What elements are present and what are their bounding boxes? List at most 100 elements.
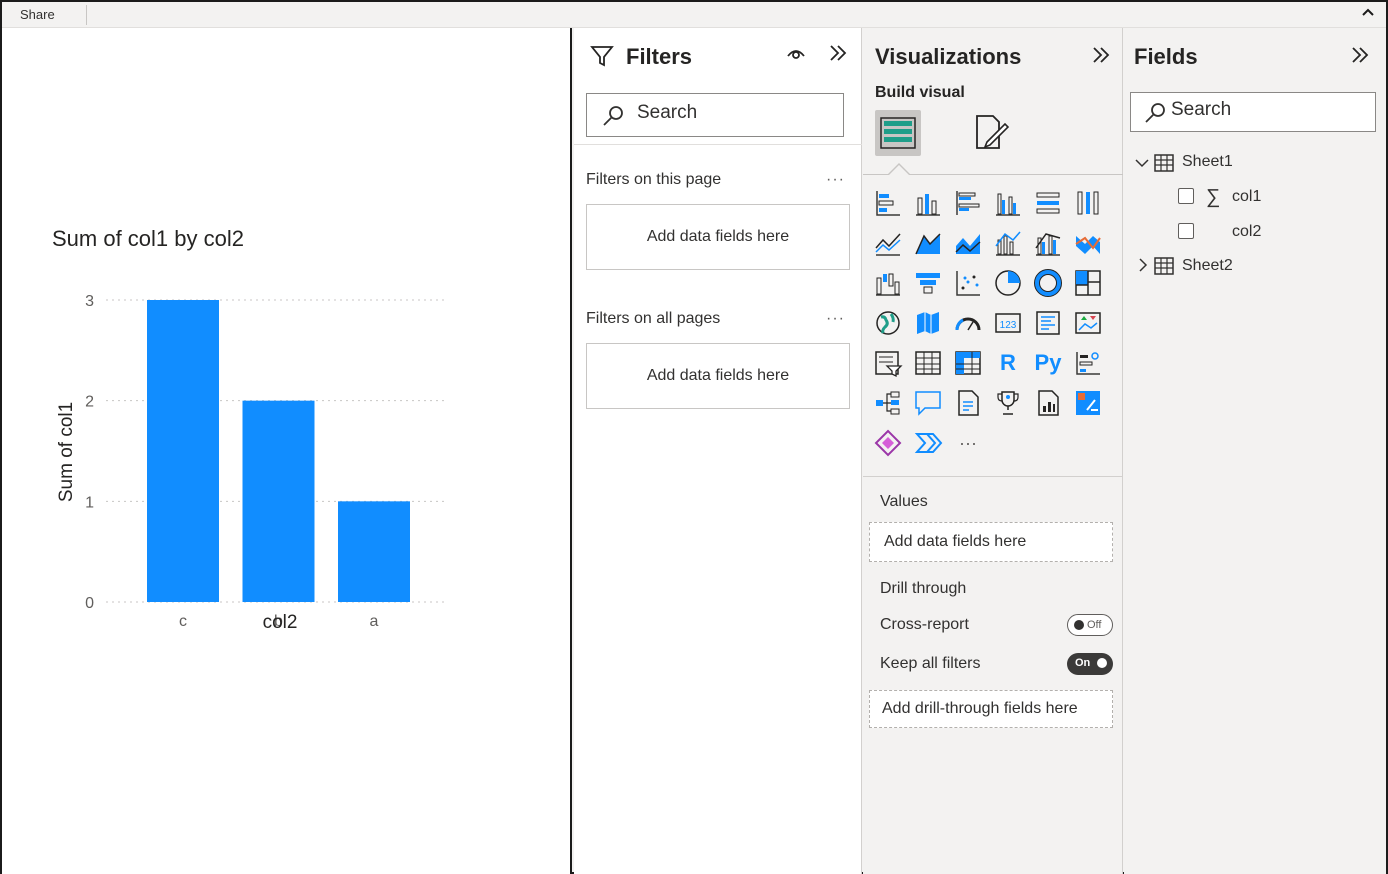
field-checkbox-col2[interactable] <box>1178 223 1194 239</box>
more-visuals-label: ··· <box>959 432 977 453</box>
clustered-column-chart-icon-glyph <box>996 193 1020 216</box>
card-icon[interactable]: 123 <box>991 306 1025 340</box>
bar-b[interactable] <box>242 400 315 602</box>
tab-indicator-inner <box>889 165 909 175</box>
line-chart-icon-glyph <box>875 233 901 256</box>
smart-narrative-icon[interactable] <box>951 386 985 420</box>
decomposition-tree-icon[interactable] <box>871 386 905 420</box>
bar-c[interactable] <box>147 300 219 602</box>
stacked-bar-chart-icon[interactable] <box>871 186 905 220</box>
treemap-icon[interactable] <box>1071 266 1105 300</box>
collapse-filters-icon[interactable] <box>828 43 848 63</box>
power-apps-icon[interactable] <box>871 426 905 460</box>
funnel-chart-icon[interactable] <box>911 266 945 300</box>
this-page-drop-well[interactable]: Add data fields here <box>586 204 850 270</box>
drill-through-drop-well[interactable]: Add drill-through fields here <box>869 690 1113 728</box>
area-chart-icon[interactable] <box>911 226 945 260</box>
table-sheet1[interactable]: Sheet1 <box>1182 153 1233 171</box>
search-icon <box>1145 103 1165 123</box>
table-sheet2[interactable]: Sheet2 <box>1182 257 1233 275</box>
fields-pane: Fields Sheet1 ∑ col1 col2 Sheet2 <box>1124 28 1386 874</box>
qa-visual-icon[interactable] <box>911 386 945 420</box>
waterfall-chart-icon[interactable] <box>871 266 905 300</box>
map-icon[interactable] <box>871 306 905 340</box>
table-visual-icon[interactable] <box>911 346 945 380</box>
filters-on-this-page-label: Filters on this page <box>586 171 722 188</box>
fields-search-box[interactable] <box>1130 92 1376 132</box>
r-script-visual-label: R <box>1000 350 1016 375</box>
share-tab[interactable]: Share <box>20 7 55 22</box>
stacked-area-chart-icon-glyph <box>955 234 981 254</box>
matrix-icon[interactable] <box>951 346 985 380</box>
card-icon-glyph: 123 <box>995 313 1021 333</box>
app-window: Share Sum of col1 by col2 0123 cba Sum o… <box>0 0 1388 874</box>
scatter-chart-icon[interactable] <box>951 266 985 300</box>
more-options-icon[interactable]: ··· <box>826 171 845 189</box>
chevron-up-icon[interactable] <box>1360 4 1376 20</box>
r-script-visual-icon[interactable]: R <box>991 346 1025 380</box>
funnel-chart-icon-glyph <box>916 273 940 294</box>
all-pages-drop-well[interactable]: Add data fields here <box>586 343 850 409</box>
toggle-state: Off <box>1087 619 1102 631</box>
bar-chart[interactable]: 0123 cba Sum of col1 col2 <box>2 254 472 644</box>
field-col2[interactable]: col2 <box>1232 223 1261 241</box>
line-and-clustered-column-icon[interactable] <box>1031 226 1065 260</box>
chevron-down-icon[interactable] <box>1134 156 1150 170</box>
power-automate-icon[interactable] <box>1071 386 1105 420</box>
pie-chart-icon[interactable] <box>991 266 1025 300</box>
filled-map-icon[interactable] <box>911 306 945 340</box>
build-visual-tab[interactable] <box>875 110 921 156</box>
more-visuals-icon[interactable]: ··· <box>951 426 985 460</box>
line-and-stacked-column-icon[interactable] <box>991 226 1025 260</box>
field-checkbox-col1[interactable] <box>1178 188 1194 204</box>
goals-icon-glyph <box>997 391 1019 415</box>
cross-report-toggle[interactable]: Off <box>1067 614 1113 636</box>
kpi-icon[interactable] <box>1071 306 1105 340</box>
report-canvas[interactable]: Sum of col1 by col2 0123 cba Sum of col1… <box>2 28 572 874</box>
fields-search-input[interactable] <box>1171 99 1351 121</box>
line-and-clustered-column-icon-glyph <box>1035 233 1061 256</box>
gauge-icon[interactable] <box>951 306 985 340</box>
line-chart-icon[interactable] <box>871 226 905 260</box>
clustered-bar-chart-icon[interactable] <box>951 186 985 220</box>
collapse-visualizations-icon[interactable] <box>1091 45 1111 65</box>
visualizations-title: Visualizations <box>875 44 1022 69</box>
toggle-knob <box>1097 658 1107 668</box>
values-drop-well[interactable]: Add data fields here <box>869 522 1113 562</box>
smart-narrative-icon-glyph <box>958 390 979 416</box>
format-visual-icon[interactable] <box>971 112 1011 152</box>
multi-row-card-icon[interactable] <box>1031 306 1065 340</box>
paginated-report-icon[interactable] <box>1031 386 1065 420</box>
stacked-column-chart-icon[interactable] <box>911 186 945 220</box>
keep-all-filters-toggle[interactable]: On <box>1067 653 1113 675</box>
x-tick-label: c <box>179 613 187 630</box>
drill-through-label: Drill through <box>880 580 967 597</box>
ribbon-chart-icon[interactable] <box>1071 226 1105 260</box>
y-tick-label: 2 <box>85 394 94 411</box>
100-stacked-column-icon[interactable] <box>1071 186 1105 220</box>
clustered-column-chart-icon[interactable] <box>991 186 1025 220</box>
filters-search-box[interactable] <box>586 93 844 137</box>
bar-a[interactable] <box>338 501 410 602</box>
python-visual-icon[interactable]: Py <box>1031 346 1065 380</box>
table-icon <box>1154 154 1174 172</box>
100-stacked-bar-icon[interactable] <box>1031 186 1065 220</box>
eye-icon[interactable] <box>786 45 806 61</box>
power-automate-flow-icon[interactable] <box>911 426 945 460</box>
more-options-icon[interactable]: ··· <box>826 310 845 328</box>
filled-map-icon-glyph <box>917 312 939 334</box>
filters-search-input[interactable] <box>637 102 817 124</box>
divider <box>574 144 862 145</box>
goals-icon[interactable] <box>991 386 1025 420</box>
collapse-fields-icon[interactable] <box>1350 45 1370 65</box>
key-influencers-icon[interactable] <box>1071 346 1105 380</box>
donut-chart-icon[interactable] <box>1031 266 1065 300</box>
filter-icon <box>590 46 614 67</box>
slicer-icon[interactable] <box>871 346 905 380</box>
field-col1[interactable]: col1 <box>1232 188 1261 206</box>
table-icon <box>1154 257 1174 275</box>
ribbon-divider <box>86 5 87 25</box>
stacked-area-chart-icon[interactable] <box>951 226 985 260</box>
filters-title: Filters <box>626 44 693 69</box>
chevron-right-icon[interactable] <box>1136 257 1150 273</box>
